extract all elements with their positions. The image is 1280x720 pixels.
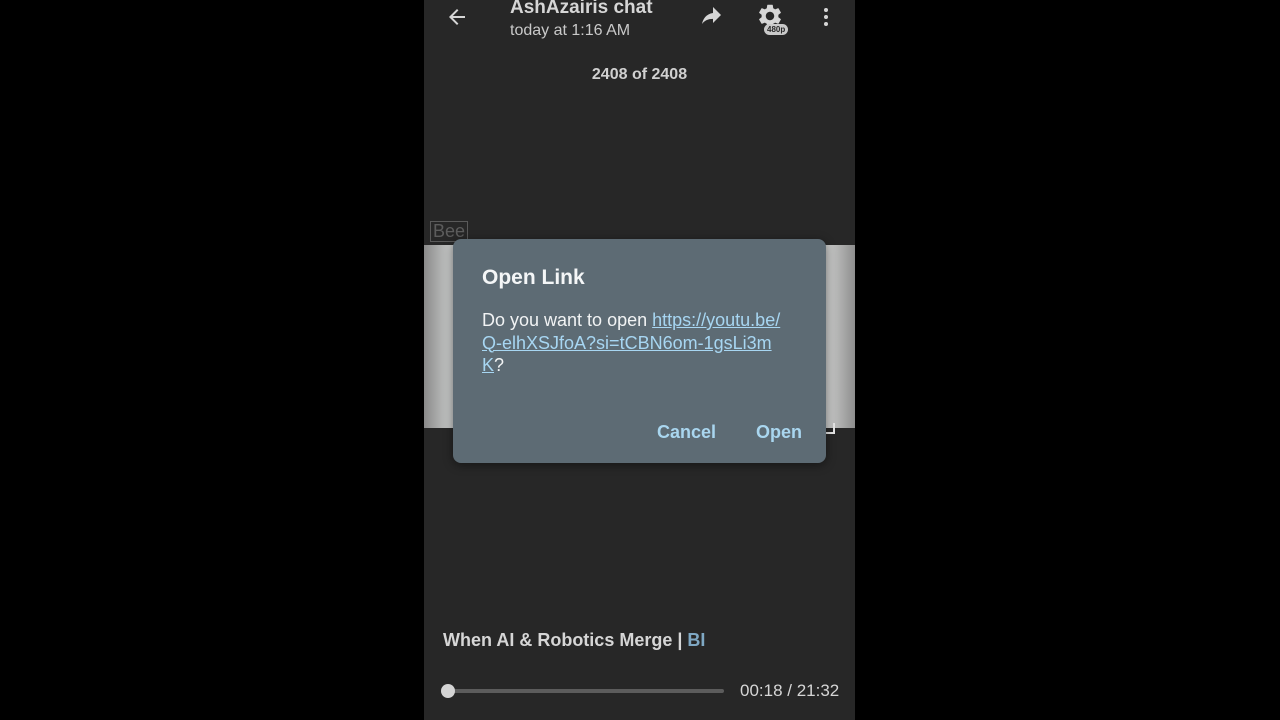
more-vertical-icon: [824, 22, 828, 26]
chat-title: AshAzairis chat: [510, 0, 653, 18]
quality-settings-button[interactable]: 480p: [754, 2, 790, 35]
dialog-title: Open Link: [482, 266, 585, 289]
video-title-separator: |: [672, 630, 688, 650]
share-arrow-icon: [702, 7, 721, 24]
open-link-dialog: Open Link Do you want to open https://yo…: [453, 239, 826, 463]
playback-time: 00:18 / 21:32: [740, 681, 839, 701]
dialog-message-suffix: ?: [494, 355, 505, 375]
more-options-button[interactable]: [816, 4, 836, 30]
back-button[interactable]: [442, 4, 472, 30]
seek-track: [444, 689, 724, 693]
open-button[interactable]: Open: [756, 422, 802, 443]
video-title: When AI & Robotics Merge | BI: [443, 630, 705, 651]
media-counter: 2408 of 2408: [591, 66, 688, 83]
more-vertical-icon: [824, 8, 828, 12]
duration: 21:32: [796, 681, 840, 700]
more-vertical-icon: [824, 15, 828, 19]
video-title-text: When AI & Robotics Merge: [443, 630, 673, 650]
video-title-source: BI: [687, 630, 706, 650]
image-viewer: AshAzairis chat today at 1:16 AM 480p 24…: [424, 0, 855, 720]
seek-bar[interactable]: [440, 684, 724, 698]
top-app-bar: AshAzairis chat today at 1:16 AM 480p: [424, 0, 855, 56]
share-button[interactable]: [698, 4, 724, 28]
dialog-message: Do you want to open https://youtu.be/Q-e…: [482, 309, 782, 377]
cancel-button[interactable]: Cancel: [657, 422, 716, 443]
arrow-left-icon: [449, 9, 465, 25]
dialog-message-prefix: Do you want to open: [482, 310, 653, 330]
time-separator: /: [782, 681, 797, 700]
current-time: 00:18: [740, 681, 783, 700]
chat-timestamp: today at 1:16 AM: [510, 22, 631, 39]
seek-thumb[interactable]: [440, 684, 455, 698]
quality-badge: 480p: [764, 24, 789, 35]
